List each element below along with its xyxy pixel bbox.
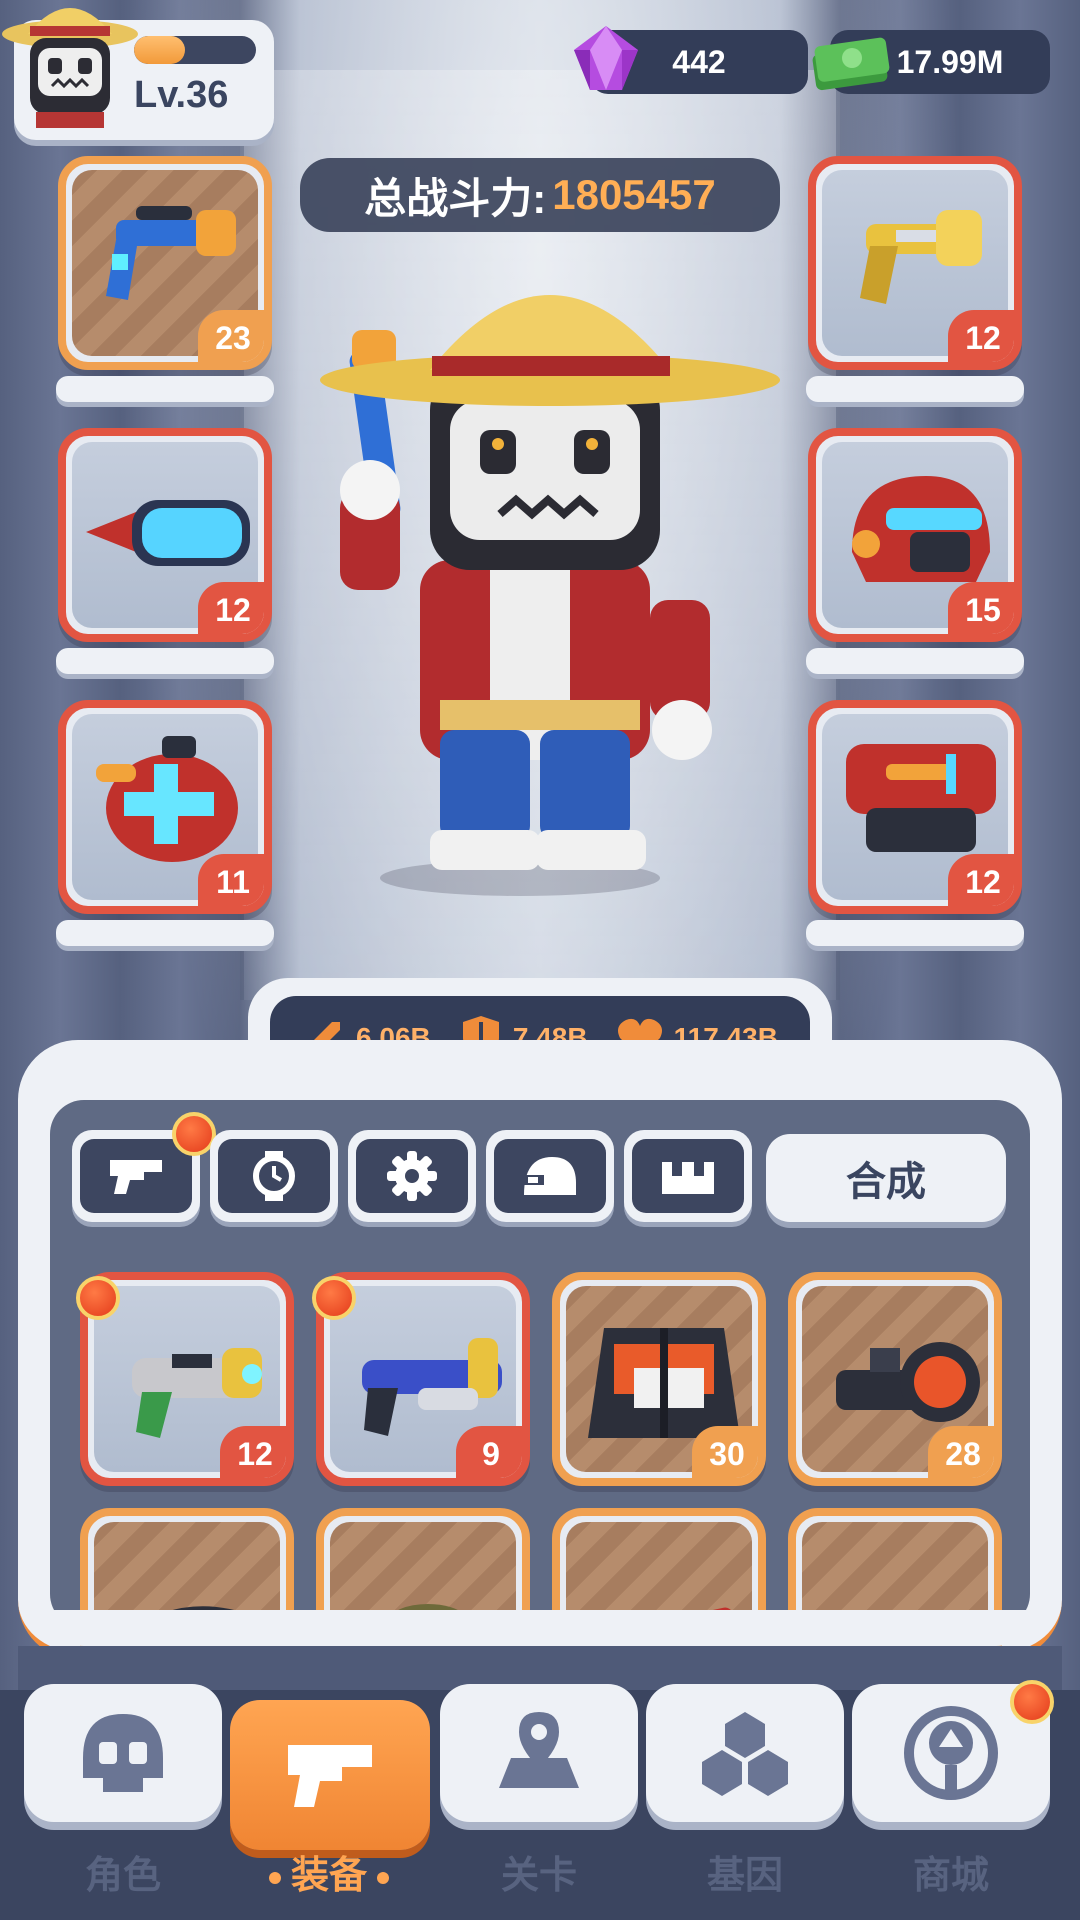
gun-icon	[110, 1160, 162, 1194]
notification-dot	[1010, 1680, 1054, 1724]
equip-slot-glove[interactable]: 11	[58, 700, 272, 914]
slot-level-badge: 12	[220, 1426, 286, 1478]
shop-icon	[904, 1706, 998, 1800]
glove-icon	[96, 736, 238, 862]
active-dot-right	[377, 1871, 389, 1884]
xp-progress-fill	[134, 36, 186, 64]
nav-genes-label: 基因	[706, 1855, 783, 1897]
slot-level-badge: 11	[198, 854, 264, 906]
nav-equipment-label: 装备	[230, 1844, 428, 1899]
gear-icon	[387, 1151, 437, 1201]
player-avatar[interactable]	[0, 0, 140, 130]
panel-bottom-edge	[50, 1610, 1030, 1646]
total-power-banner: 总战斗力: 1805457	[300, 158, 780, 232]
gem-amount: 442	[672, 43, 726, 80]
shelf	[806, 648, 1024, 674]
total-power-value: 1805457	[552, 171, 716, 218]
equip-slot-helmet[interactable]: 15	[808, 428, 1022, 642]
equip-slot-goggles[interactable]: 12	[58, 428, 272, 642]
slot-level-badge: 12	[948, 854, 1014, 906]
nav-genes-button[interactable]	[646, 1684, 844, 1822]
nav-equipment-text: 装备	[290, 1855, 367, 1897]
new-item-dot	[312, 1276, 356, 1320]
shelf	[56, 648, 274, 674]
equip-slot-weapon[interactable]: 23	[58, 156, 272, 370]
golden-pistol-icon	[860, 210, 982, 304]
slot-level-badge: 12	[198, 582, 264, 634]
active-dot-left	[268, 1871, 281, 1884]
slot-level-badge: 9	[456, 1426, 522, 1478]
watch-icon	[253, 1151, 295, 1201]
nav-shop-label: 商城	[912, 1855, 989, 1897]
map-icon	[499, 1712, 579, 1788]
equip-slot-armor[interactable]: 12	[808, 700, 1022, 914]
inventory-item[interactable]: 30	[552, 1272, 766, 1486]
shelf	[806, 376, 1024, 402]
nav-equipment-button[interactable]	[230, 1700, 430, 1850]
slot-level-badge: 23	[198, 310, 264, 362]
tab-accessories[interactable]	[210, 1130, 338, 1222]
player-level: Lv.36	[134, 74, 229, 116]
slot-level-badge: 12	[948, 310, 1014, 362]
gun-icon	[288, 1745, 372, 1807]
tab-helmets[interactable]	[486, 1130, 614, 1222]
inventory-item[interactable]: 28	[788, 1272, 1002, 1486]
nav-levels-button[interactable]	[440, 1684, 638, 1822]
slot-level-badge: 15	[948, 582, 1014, 634]
shelf	[806, 920, 1024, 946]
slot-level-badge: 30	[692, 1426, 758, 1478]
equip-slot-sidearm[interactable]: 12	[808, 156, 1022, 370]
skull-icon	[83, 1714, 163, 1792]
slot-level-badge: 28	[928, 1426, 994, 1478]
nav-character-button[interactable]	[24, 1684, 222, 1822]
pistol-icon	[106, 206, 236, 300]
armor-icon	[846, 744, 996, 852]
shelf	[56, 920, 274, 946]
tab-armor[interactable]	[624, 1130, 752, 1222]
helmet-icon	[852, 476, 990, 582]
total-power-label: 总战斗力:	[364, 174, 547, 222]
shelf	[56, 376, 274, 402]
nav-levels-label: 关卡	[500, 1855, 577, 1897]
merge-button[interactable]: 合成	[766, 1134, 1006, 1222]
goggles-icon	[86, 500, 250, 566]
cash-icon	[812, 37, 890, 91]
hexagons-icon	[702, 1712, 788, 1796]
tab-gear[interactable]	[348, 1130, 476, 1222]
nav-character-label: 角色	[84, 1855, 161, 1897]
cash-amount: 17.99M	[896, 43, 1004, 80]
new-item-dot	[76, 1276, 120, 1320]
helmet-icon	[522, 1157, 576, 1195]
hero-character	[320, 295, 780, 896]
armor-icon	[662, 1162, 714, 1194]
xp-progress-bar	[134, 36, 256, 64]
gem-icon	[574, 26, 638, 90]
